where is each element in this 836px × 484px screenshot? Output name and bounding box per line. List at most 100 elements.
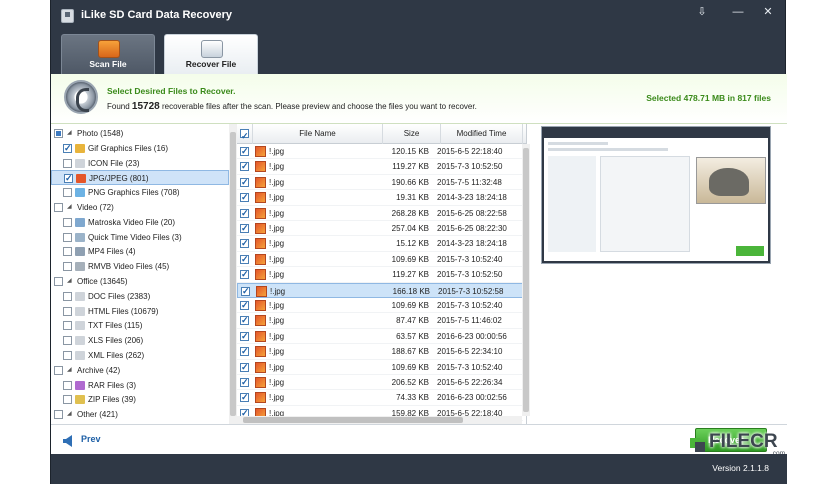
expand-arrow-icon[interactable]: ◢	[67, 363, 72, 378]
file-list-hscrollbar[interactable]	[237, 416, 522, 424]
tree-checkbox[interactable]	[63, 395, 72, 405]
tab-scan-file[interactable]: Scan File	[61, 34, 155, 74]
file-row[interactable]: !.jpg 19.31 KB 2014-3-23 18:24:18	[237, 190, 523, 206]
tree-checkbox[interactable]	[54, 277, 63, 286]
expand-arrow-icon[interactable]: ◢	[67, 407, 72, 422]
expand-arrow-icon[interactable]: ◢	[67, 126, 72, 141]
file-row[interactable]: !.jpg 119.27 KB 2015-7-3 10:52:50	[237, 159, 523, 175]
tree-item[interactable]: TXT Files (115)	[51, 318, 229, 333]
file-checkbox[interactable]	[240, 206, 249, 221]
file-row[interactable]: !.jpg 188.67 KB 2015-6-5 22:34:10	[237, 344, 523, 360]
file-checkbox[interactable]	[240, 313, 249, 328]
file-checkbox[interactable]	[240, 390, 249, 405]
file-checkbox[interactable]	[240, 252, 249, 267]
expand-arrow-icon[interactable]: ◢	[67, 200, 72, 215]
file-row[interactable]: !.jpg 268.28 KB 2015-6-25 08:22:58	[237, 206, 523, 221]
tree-item[interactable]: Gif Graphics Files (16)	[51, 141, 229, 156]
file-row[interactable]: !.jpg 190.66 KB 2015-7-5 11:32:48	[237, 175, 523, 191]
file-row[interactable]: !.jpg 119.27 KB 2015-7-3 10:52:50	[237, 267, 523, 283]
scrollbar-thumb[interactable]	[523, 148, 529, 412]
file-checkbox[interactable]	[240, 236, 249, 251]
tree-category[interactable]: ◢ Video (72)	[51, 200, 229, 215]
scrollbar-thumb[interactable]	[230, 132, 236, 416]
tree-checkbox[interactable]	[63, 336, 72, 346]
tree-checkbox[interactable]	[64, 171, 73, 186]
tree-scrollbar[interactable]	[229, 124, 237, 424]
file-checkbox[interactable]	[241, 284, 250, 299]
tree-checkbox[interactable]	[54, 129, 63, 138]
file-row[interactable]: !.jpg 15.12 KB 2014-3-23 18:24:18	[237, 236, 523, 252]
tree-item[interactable]: PNG Graphics Files (708)	[51, 185, 229, 200]
tree-item[interactable]: Matroska Video File (20)	[51, 215, 229, 230]
tree-checkbox[interactable]	[63, 158, 72, 168]
file-type-icon	[75, 291, 85, 301]
file-modified: 2016-6-23 00:02:56	[437, 393, 507, 403]
minimize-button[interactable]: —	[729, 4, 747, 20]
tree-checkbox[interactable]	[63, 217, 72, 227]
tree-checkbox[interactable]	[63, 232, 72, 242]
download-icon[interactable]: ⇩	[693, 4, 711, 20]
header-modified[interactable]: Modified Time	[441, 124, 523, 144]
tree-checkbox[interactable]	[54, 410, 63, 420]
tree-item[interactable]: RMVB Video Files (45)	[51, 259, 229, 274]
file-row[interactable]: !.jpg 109.69 KB 2015-7-3 10:52:40	[237, 298, 523, 314]
tree-item[interactable]: HTML Files (10679)	[51, 304, 229, 319]
tree-item[interactable]: MP4 Files (4)	[51, 244, 229, 259]
tree-checkbox[interactable]	[63, 380, 72, 390]
tree-checkbox[interactable]	[54, 203, 63, 212]
tree-item[interactable]: Quick Time Video Files (3)	[51, 230, 229, 245]
close-button[interactable]: ✕	[759, 4, 777, 20]
file-row[interactable]: !.jpg 109.69 KB 2015-7-3 10:52:40	[237, 252, 523, 268]
file-row[interactable]: !.jpg 74.33 KB 2016-6-23 00:02:56	[237, 390, 523, 406]
tree-item[interactable]: ZIP Files (39)	[51, 392, 229, 407]
tree-checkbox[interactable]	[63, 306, 72, 316]
tree-item[interactable]: XLS Files (206)	[51, 333, 229, 348]
file-list-scrollbar[interactable]	[522, 144, 530, 416]
tree-checkbox[interactable]	[63, 291, 72, 301]
tree-checkbox[interactable]	[63, 188, 72, 198]
header-file-name[interactable]: File Name	[253, 124, 383, 144]
tree-item[interactable]: JPG/JPEG (801)	[51, 170, 229, 186]
tree-item[interactable]: RAR Files (3)	[51, 378, 229, 393]
tree-category[interactable]: ◢ Other (421)	[51, 407, 229, 422]
file-row[interactable]: !.jpg 63.57 KB 2016-6-23 00:00:56	[237, 329, 523, 345]
file-row[interactable]: !.jpg 109.69 KB 2015-7-3 10:52:40	[237, 360, 523, 375]
file-row[interactable]: !.jpg 87.47 KB 2015-7-5 11:46:02	[237, 313, 523, 329]
tree-item[interactable]: DOC Files (2383)	[51, 289, 229, 304]
tree-category[interactable]: ◢ Office (13645)	[51, 274, 229, 289]
file-checkbox[interactable]	[240, 344, 249, 359]
file-checkbox[interactable]	[240, 298, 249, 313]
file-checkbox[interactable]	[240, 175, 249, 190]
file-checkbox[interactable]	[240, 159, 249, 174]
tree-category[interactable]: ◢ Archive (42)	[51, 363, 229, 378]
tree-checkbox[interactable]	[63, 141, 72, 156]
scrollbar-thumb[interactable]	[243, 417, 463, 423]
tree-checkbox[interactable]	[63, 351, 72, 360]
file-checkbox[interactable]	[240, 360, 249, 375]
file-checkbox[interactable]	[240, 375, 249, 390]
file-checkbox[interactable]	[240, 267, 249, 282]
file-checkbox[interactable]	[240, 144, 249, 159]
file-row[interactable]: !.jpg 257.04 KB 2015-6-25 08:22:30	[237, 221, 523, 237]
tree-item[interactable]: ICON File (23)	[51, 156, 229, 171]
tree-item[interactable]: XML Files (262)	[51, 348, 229, 363]
tree-category[interactable]: ◢ Photo (1548)	[51, 126, 229, 141]
file-row[interactable]: !.jpg 206.52 KB 2015-6-5 22:26:34	[237, 375, 523, 391]
select-all-checkbox[interactable]	[240, 126, 249, 146]
file-row[interactable]: !.jpg 120.15 KB 2015-6-5 22:18:40	[237, 144, 523, 160]
prev-button[interactable]: Prev	[63, 433, 111, 449]
file-checkbox[interactable]	[240, 221, 249, 236]
tree-checkbox[interactable]	[63, 247, 72, 257]
file-checkbox[interactable]	[240, 329, 249, 344]
tab-recover-file[interactable]: Recover File	[164, 34, 258, 74]
file-checkbox[interactable]	[240, 190, 249, 205]
file-name: !.jpg	[269, 162, 285, 172]
tree-label: XML Files (262)	[88, 351, 145, 360]
tree-checkbox[interactable]	[63, 321, 72, 331]
file-name: !.jpg	[269, 239, 285, 249]
tree-checkbox[interactable]	[63, 262, 72, 272]
expand-arrow-icon[interactable]: ◢	[67, 274, 72, 289]
tree-checkbox[interactable]	[54, 365, 63, 375]
file-row[interactable]: !.jpg 166.18 KB 2015-7-3 10:52:58	[237, 282, 523, 299]
header-size[interactable]: Size	[383, 124, 441, 144]
